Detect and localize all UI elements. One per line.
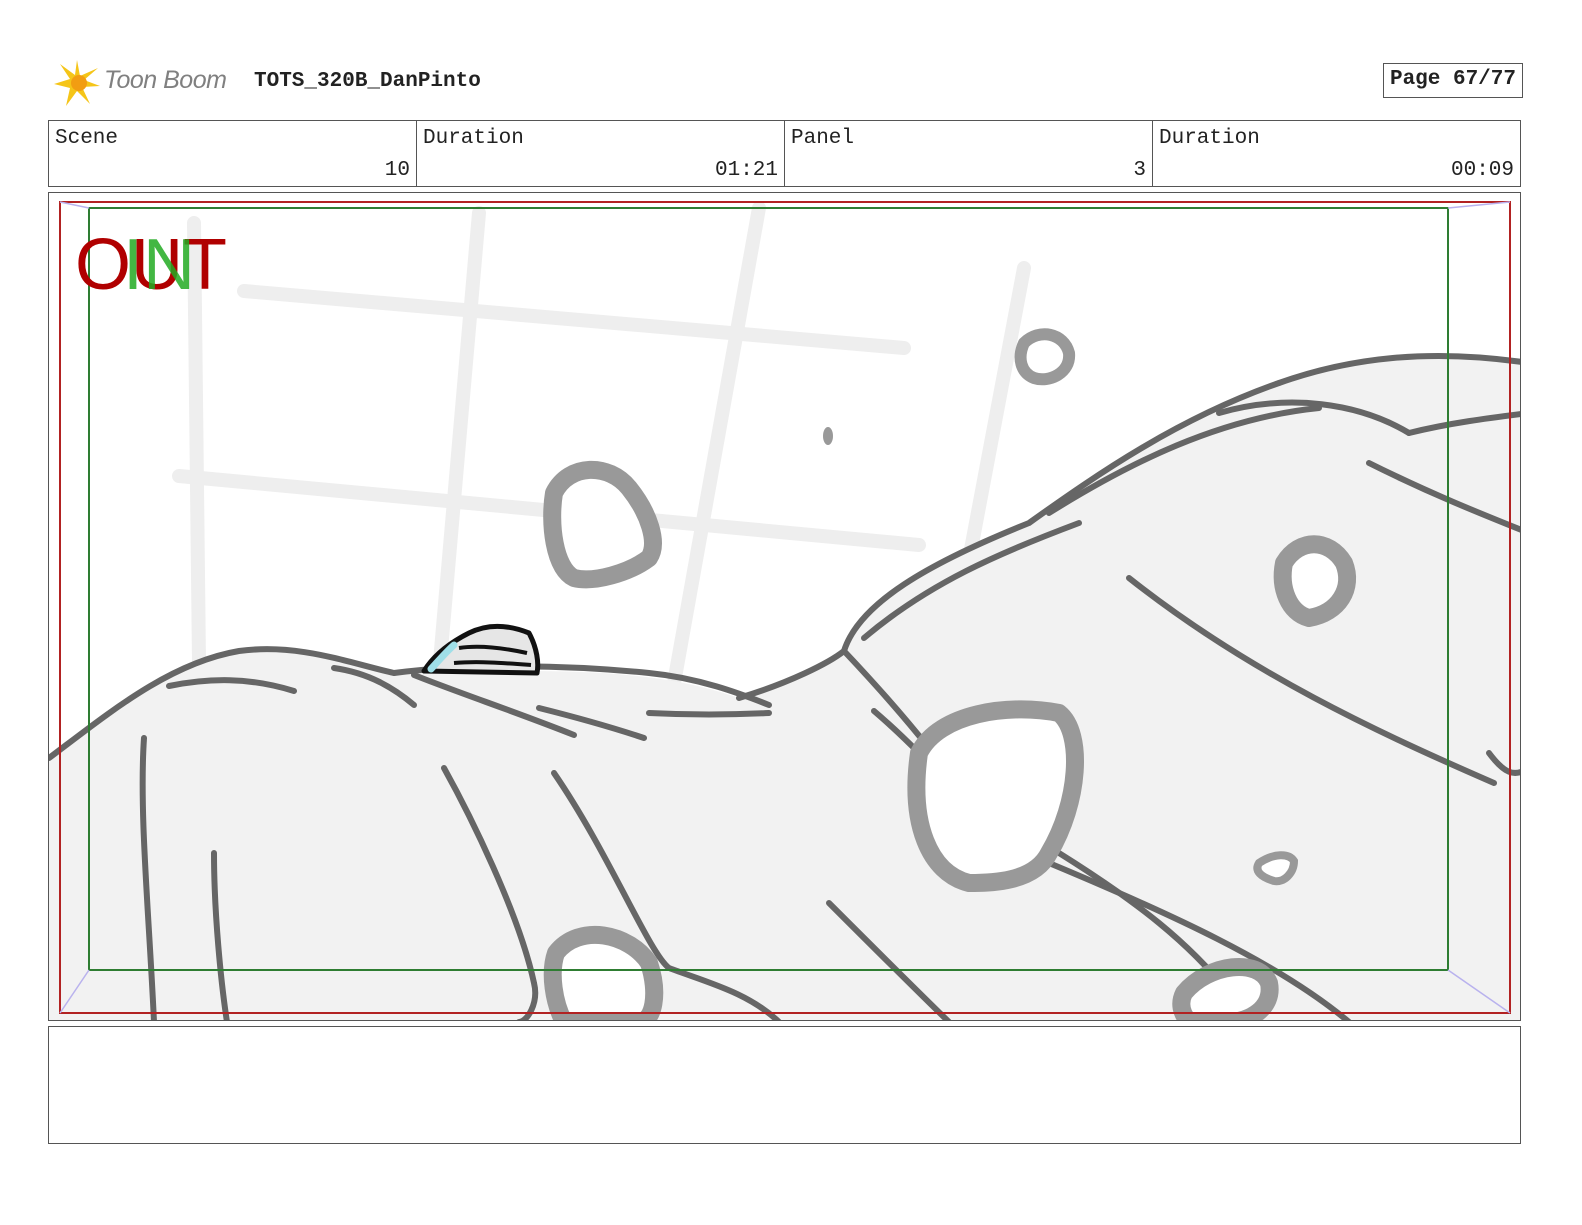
panel-notes-box	[48, 1026, 1521, 1144]
panel-duration-value: 00:09	[1450, 159, 1514, 182]
tiny-spot	[823, 427, 833, 445]
panel-value: 3	[1133, 159, 1146, 182]
scene-label: Scene	[55, 127, 119, 150]
page-header: Toon Boom TOTS_320B_DanPinto Page 67/77	[48, 56, 1523, 112]
toon-boom-logo-icon	[54, 60, 100, 106]
scene-value: 10	[384, 159, 410, 182]
scene-info-table: Scene 10 Duration 01:21 Panel 3 Duration…	[48, 120, 1521, 187]
brand-name: Toon Boom	[104, 66, 227, 94]
panel-duration-cell: Duration 00:09	[1153, 121, 1520, 186]
storyboard-panel: OUT IN	[48, 192, 1521, 1021]
in-marker: IN	[123, 225, 195, 305]
scene-cell: Scene 10	[49, 121, 417, 186]
panel-cell: Panel 3	[785, 121, 1153, 186]
page-number: Page 67/77	[1382, 63, 1523, 98]
scene-duration-label: Duration	[423, 127, 524, 150]
scene-duration-cell: Duration 01:21	[417, 121, 785, 186]
document-title: TOTS_320B_DanPinto	[254, 70, 481, 93]
scene-duration-value: 01:21	[714, 159, 778, 182]
panel-label: Panel	[791, 127, 855, 150]
panel-drawing: OUT IN	[49, 201, 1520, 1020]
small-spot	[1253, 851, 1299, 886]
panel-duration-label: Duration	[1159, 127, 1260, 150]
